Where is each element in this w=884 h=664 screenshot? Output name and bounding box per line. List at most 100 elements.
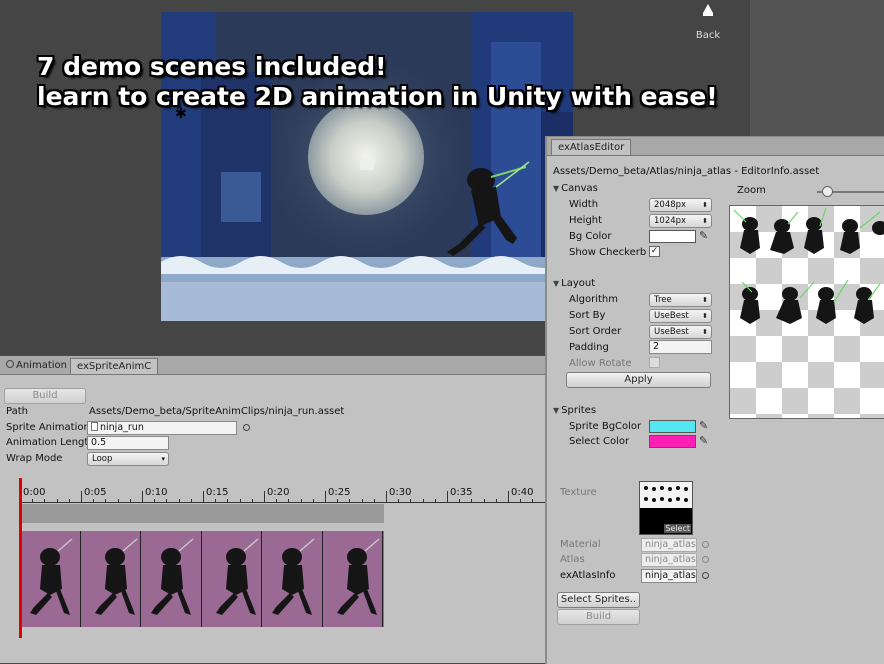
- back-label: Back: [695, 30, 721, 41]
- foldout-arrow-icon: ▼: [553, 184, 560, 193]
- tab-animation[interactable]: Animation: [0, 358, 73, 373]
- ruler-time-label: 0:40: [511, 487, 534, 498]
- event-track[interactable]: [20, 504, 384, 523]
- sortorder-dropdown[interactable]: UseBest ⬍: [649, 325, 712, 339]
- sprite-animation-label: Sprite Animatior: [6, 422, 88, 433]
- animation-tab-icon: [6, 360, 14, 368]
- ninja-sprite: [336, 538, 379, 615]
- object-picker-icon[interactable]: [243, 424, 250, 431]
- animation-frame[interactable]: [141, 531, 202, 627]
- sprite-bgcolor-label: Sprite BgColor: [569, 421, 642, 432]
- animation-length-label: Animation Lengt: [6, 437, 89, 448]
- atlas-sprite-sheet: [733, 207, 884, 324]
- back-arrow-base: [703, 13, 713, 16]
- sortby-dropdown[interactable]: UseBest ⬍: [649, 309, 712, 323]
- ninja-sprite: [215, 538, 258, 615]
- texture-label: Texture: [560, 487, 597, 498]
- eyedropper-icon[interactable]: ✎: [699, 229, 708, 242]
- sprite-animation-field[interactable]: ninja_run: [87, 421, 237, 435]
- material-label: Material: [560, 539, 601, 550]
- atlas-preview[interactable]: [729, 205, 884, 419]
- select-sprites-button[interactable]: Select Sprites..: [557, 592, 640, 608]
- sortby-label: Sort By: [569, 310, 606, 321]
- width-label: Width: [569, 199, 599, 210]
- show-checker-checkbox[interactable]: ✓: [649, 246, 660, 257]
- empty-track-area: [384, 504, 560, 663]
- scene-view-side: [750, 0, 884, 140]
- eyedropper-icon[interactable]: ✎: [699, 419, 708, 432]
- object-picker-icon[interactable]: [702, 556, 709, 563]
- ninja-sprite: [30, 538, 73, 615]
- timeline-ruler[interactable]: 0:00 0:05 0:10 0:15 0:20 0:25 0:30 0:35 0:40: [20, 480, 560, 503]
- allow-rotate-checkbox[interactable]: [649, 357, 660, 368]
- ruler-time-label: 0:25: [328, 487, 351, 498]
- animation-frame[interactable]: [323, 531, 383, 627]
- bgcolor-swatch[interactable]: [649, 230, 696, 243]
- sortorder-label: Sort Order: [569, 326, 622, 337]
- foldout-arrow-icon: ▼: [553, 406, 560, 415]
- asset-file-icon: [91, 422, 98, 431]
- ruler-time-label: 0:10: [145, 487, 168, 498]
- ruler-time-label: 0:15: [206, 487, 229, 498]
- atlas-tab-bar: exAtlasEditor: [547, 137, 884, 156]
- ruler-time-label: 0:00: [23, 487, 46, 498]
- padding-label: Padding: [569, 342, 609, 353]
- texture-select-button[interactable]: Select: [664, 524, 691, 533]
- atlasinfo-field[interactable]: ninja_atlas: [641, 569, 697, 583]
- ninja-sprite: [94, 538, 137, 615]
- bgcolor-label: Bg Color: [569, 231, 612, 242]
- sprite-bgcolor-swatch[interactable]: [649, 420, 696, 433]
- canvas-foldout[interactable]: ▼ Canvas: [553, 183, 598, 194]
- select-color-label: Select Color: [569, 436, 630, 447]
- path-value: Assets/Demo_beta/SpriteAnimClips/ninja_r…: [89, 406, 345, 417]
- atlas-field[interactable]: ninja_atlas: [641, 553, 697, 567]
- width-dropdown[interactable]: 2048px ⬍: [649, 198, 712, 212]
- foldout-arrow-icon: ▼: [553, 279, 560, 288]
- back-arrow-icon: [703, 4, 713, 13]
- animation-frame[interactable]: [20, 531, 81, 627]
- wrap-mode-dropdown[interactable]: Loop ▾: [87, 452, 169, 466]
- atlas-build-button[interactable]: Build: [557, 609, 640, 625]
- atlasinfo-label: exAtlasInfo: [560, 570, 616, 581]
- wrap-mode-label: Wrap Mode: [6, 453, 63, 464]
- atlas-label: Atlas: [560, 554, 585, 565]
- animation-length-field[interactable]: 0.5: [87, 436, 169, 450]
- promo-headline: 7 demo scenes included! learn to create …: [37, 52, 718, 112]
- object-picker-icon[interactable]: [702, 541, 709, 548]
- algorithm-label: Algorithm: [569, 294, 618, 305]
- anim-tab-bar: Animation exSpriteAnimC: [0, 356, 560, 375]
- tab-exspriteanimc[interactable]: exSpriteAnimC: [70, 358, 159, 374]
- eyedropper-icon[interactable]: ✎: [699, 434, 708, 447]
- ninja-sprite: [272, 538, 315, 615]
- material-field[interactable]: ninja_atlas: [641, 538, 697, 552]
- animation-frame[interactable]: [81, 531, 141, 627]
- back-button[interactable]: Back: [690, 0, 726, 46]
- apply-button[interactable]: Apply: [566, 372, 711, 388]
- animation-frame[interactable]: [262, 531, 323, 627]
- path-label: Path: [6, 406, 28, 417]
- playhead-cursor[interactable]: [19, 478, 22, 638]
- height-label: Height: [569, 215, 603, 226]
- select-color-swatch[interactable]: [649, 435, 696, 448]
- show-checker-label: Show Checkerb: [569, 247, 647, 258]
- animation-frame[interactable]: [202, 531, 262, 627]
- build-button[interactable]: Build: [4, 388, 86, 404]
- padding-field[interactable]: 2: [649, 340, 712, 354]
- frame-track[interactable]: [20, 531, 384, 627]
- tab-exatlaseditor[interactable]: exAtlasEditor: [551, 139, 632, 155]
- object-picker-icon[interactable]: [702, 572, 709, 579]
- algorithm-dropdown[interactable]: Tree ⬍: [649, 293, 712, 307]
- headline-line-1: 7 demo scenes included!: [37, 52, 387, 81]
- ruler-time-label: 0:30: [389, 487, 412, 498]
- height-dropdown[interactable]: 1024px ⬍: [649, 214, 712, 228]
- ruler-time-label: 0:05: [84, 487, 107, 498]
- ruler-baseline: [20, 502, 560, 503]
- ruler-time-label: 0:35: [450, 487, 473, 498]
- allow-rotate-label: Allow Rotate: [569, 358, 632, 369]
- texture-thumbnail[interactable]: Select: [639, 481, 693, 535]
- ruler-time-label: 0:20: [267, 487, 290, 498]
- sprites-foldout[interactable]: ▼ Sprites: [553, 405, 596, 416]
- layout-foldout[interactable]: ▼ Layout: [553, 278, 595, 289]
- zoom-slider-thumb[interactable]: [822, 186, 833, 197]
- atlas-path: Assets/Demo_beta/Atlas/ninja_atlas - Edi…: [553, 166, 820, 177]
